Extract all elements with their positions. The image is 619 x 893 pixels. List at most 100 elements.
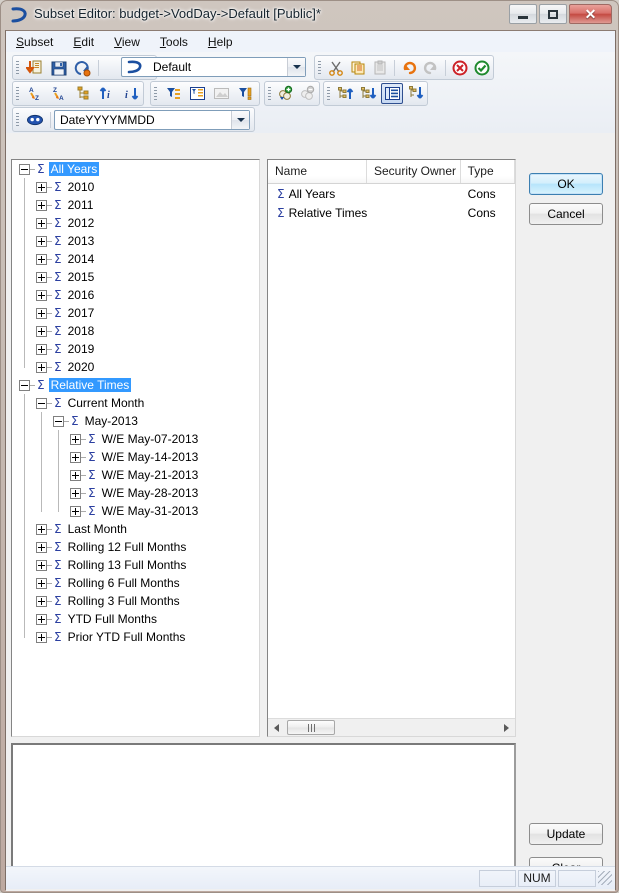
listview-column-header[interactable]: Security Owner [366, 160, 461, 183]
tree-item[interactable]: Σ 2019 [12, 340, 259, 358]
delete-element-icon[interactable] [298, 83, 318, 104]
menu-edit[interactable]: Edit [63, 33, 104, 51]
save-as-icon[interactable] [72, 57, 94, 78]
cut-icon[interactable] [326, 57, 346, 78]
expand-node-icon[interactable] [36, 361, 47, 373]
toolbar-grip[interactable] [318, 61, 321, 74]
tree-item[interactable]: Σ W/E May-14-2013 [12, 448, 259, 466]
tree-item[interactable]: Σ 2018 [12, 322, 259, 340]
tree-item[interactable]: Σ All Years [12, 160, 259, 178]
expand-node-icon[interactable] [36, 271, 47, 283]
filter-icon[interactable] [162, 83, 184, 104]
sort-descending-za-icon[interactable]: Z A [48, 83, 70, 104]
tree-item[interactable]: Σ Rolling 6 Full Months [12, 574, 259, 592]
redo-icon[interactable] [421, 57, 441, 78]
tree-item[interactable]: Σ 2017 [12, 304, 259, 322]
close-button[interactable]: ✕ [569, 4, 612, 24]
tree-item[interactable]: Σ Current Month [12, 394, 259, 412]
tree-item[interactable]: Σ 2013 [12, 232, 259, 250]
scroll-left-arrow-icon[interactable] [268, 719, 285, 736]
menu-help[interactable]: Help [198, 33, 243, 51]
toolbar-grip[interactable] [16, 61, 19, 74]
collapse-node-icon[interactable] [53, 415, 64, 427]
tree-item[interactable]: Σ May-2013 [12, 412, 259, 430]
subset-tree-panel[interactable]: Σ All Years Σ 2010 Σ 2011 Σ 2012 Σ 2013 Σ 2014 Σ 2015… [11, 159, 260, 737]
collapse-node-icon[interactable] [19, 163, 30, 175]
import-subset-icon[interactable] [24, 57, 46, 78]
subset-tree[interactable]: Σ All Years Σ 2010 Σ 2011 Σ 2012 Σ 2013 Σ 2014 Σ 2015… [12, 160, 259, 736]
menu-view[interactable]: View [104, 33, 150, 51]
ok-button[interactable]: OK [529, 173, 603, 195]
expand-node-icon[interactable] [36, 523, 47, 535]
expand-node-icon[interactable] [36, 631, 47, 643]
undo-icon[interactable] [399, 57, 419, 78]
tree-item[interactable]: Σ Prior YTD Full Months [12, 628, 259, 646]
expand-node-icon[interactable] [36, 577, 47, 589]
expression-editor-text[interactable] [13, 745, 514, 881]
save-icon[interactable] [48, 57, 70, 78]
ok-icon[interactable] [472, 57, 492, 78]
cancel-button[interactable]: Cancel [529, 203, 603, 225]
listview-column-header[interactable]: Name [268, 160, 367, 183]
scroll-thumb[interactable] [287, 720, 335, 735]
toolbar-grip[interactable] [154, 87, 157, 100]
expand-node-icon[interactable] [36, 181, 47, 193]
tree-item[interactable]: Σ 2010 [12, 178, 259, 196]
expand-node-icon[interactable] [36, 199, 47, 211]
expand-node-icon[interactable] [36, 289, 47, 301]
tree-item[interactable]: Σ 2011 [12, 196, 259, 214]
paste-icon[interactable] [370, 57, 390, 78]
expand-level-up-icon[interactable] [335, 83, 356, 104]
tree-item[interactable]: Σ Rolling 3 Full Months [12, 592, 259, 610]
drill-down-icon[interactable] [405, 83, 426, 104]
update-button[interactable]: Update [529, 823, 603, 845]
tree-item[interactable]: Σ Last Month [12, 520, 259, 538]
scroll-track[interactable] [335, 719, 498, 736]
alias-icon[interactable] [24, 109, 46, 130]
toolbar-grip[interactable] [327, 87, 330, 100]
toolbar-grip[interactable] [268, 87, 271, 100]
expand-node-icon[interactable] [70, 487, 81, 499]
expand-node-icon[interactable] [36, 541, 47, 553]
tree-item[interactable]: Σ W/E May-28-2013 [12, 484, 259, 502]
collapse-level-down-icon[interactable] [358, 83, 379, 104]
sort-index-ascending-icon[interactable]: i [96, 83, 118, 104]
tree-item[interactable]: Σ Rolling 13 Full Months [12, 556, 259, 574]
expand-node-icon[interactable] [70, 433, 81, 445]
tree-item[interactable]: Σ 2020 [12, 358, 259, 376]
tree-item[interactable]: Σ Relative Times [12, 376, 259, 394]
listview-row[interactable]: Σ All Years Cons [268, 184, 515, 203]
listview-row[interactable]: Σ Relative Times Cons [268, 203, 515, 222]
resize-grip-icon[interactable] [598, 871, 612, 885]
expand-node-icon[interactable] [36, 559, 47, 571]
collapse-node-icon[interactable] [19, 379, 30, 391]
expand-node-icon[interactable] [36, 217, 47, 229]
expand-node-icon[interactable] [36, 325, 47, 337]
tree-item[interactable]: Σ YTD Full Months [12, 610, 259, 628]
tree-item[interactable]: Σ W/E May-21-2013 [12, 466, 259, 484]
expand-node-icon[interactable] [36, 235, 47, 247]
listview-body[interactable]: Σ All Years Cons Σ Relative Times Cons [268, 184, 515, 222]
listview-column-header[interactable]: Type [460, 160, 515, 183]
sort-ascending-az-icon[interactable]: A Z [24, 83, 46, 104]
expand-node-icon[interactable] [36, 613, 47, 625]
tree-item[interactable]: Σ 2016 [12, 286, 259, 304]
tree-item[interactable]: Σ Rolling 12 Full Months [12, 538, 259, 556]
subset-list-panel[interactable]: Name Security Owner Type Σ All Years Cons Σ Re… [267, 159, 516, 737]
tree-item[interactable]: Σ W/E May-31-2013 [12, 502, 259, 520]
minimize-button[interactable] [509, 4, 537, 24]
sort-hierarchy-icon[interactable] [72, 83, 94, 104]
sort-index-descending-icon[interactable]: i [120, 83, 142, 104]
subset-combo-arrow[interactable] [287, 58, 305, 76]
menu-tools[interactable]: Tools [150, 33, 198, 51]
expand-node-icon[interactable] [70, 469, 81, 481]
tree-item[interactable]: Σ 2014 [12, 250, 259, 268]
expand-node-icon[interactable] [36, 307, 47, 319]
listview-horizontal-scrollbar[interactable] [268, 718, 515, 736]
show-all-icon[interactable] [381, 83, 403, 104]
cancel-icon[interactable] [450, 57, 470, 78]
dimension-combo-arrow[interactable] [231, 110, 249, 129]
maximize-button[interactable] [539, 4, 567, 24]
copy-icon[interactable] [348, 57, 368, 78]
expand-node-icon[interactable] [70, 451, 81, 463]
